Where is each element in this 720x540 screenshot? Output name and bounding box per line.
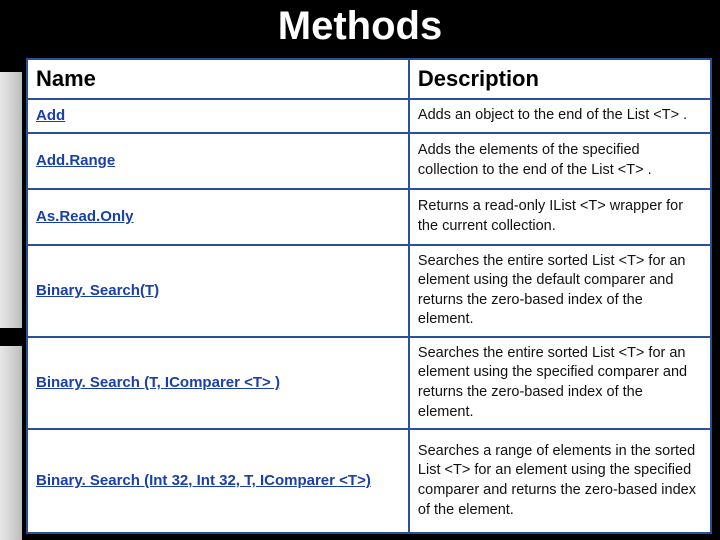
header-label: Description [418, 66, 539, 92]
method-desc-cell: Returns a read-only IList <T> wrapper fo… [410, 190, 710, 244]
method-description: Searches the entire sorted List <T> for … [418, 252, 702, 330]
table-row: Binary. Search (Int 32, Int 32, T, IComp… [28, 430, 710, 532]
methods-table: Name Description Add Adds an object to t… [26, 58, 712, 534]
strip-dark-segment [0, 58, 22, 72]
method-name-cell: As.Read.Only [28, 190, 410, 244]
method-name-cell: Binary. Search (Int 32, Int 32, T, IComp… [28, 430, 410, 532]
table-row: Binary. Search (T, IComparer <T> ) Searc… [28, 338, 710, 430]
left-decorative-strip [0, 58, 22, 540]
method-name-cell: Binary. Search(T) [28, 246, 410, 336]
method-link[interactable]: As.Read.Only [36, 207, 134, 227]
method-description: Adds an object to the end of the List <T… [418, 106, 687, 126]
method-description: Returns a read-only IList <T> wrapper fo… [418, 197, 702, 236]
method-link[interactable]: Binary. Search(T) [36, 281, 159, 301]
method-desc-cell: Adds an object to the end of the List <T… [410, 100, 710, 132]
page-title: Methods [0, 0, 720, 59]
method-link[interactable]: Binary. Search (T, IComparer <T> ) [36, 373, 280, 393]
method-link[interactable]: Add.Range [36, 151, 115, 171]
column-header-name: Name [28, 60, 410, 98]
method-description: Adds the elements of the specified colle… [418, 141, 702, 180]
header-label: Name [36, 66, 96, 92]
method-desc-cell: Searches the entire sorted List <T> for … [410, 338, 710, 428]
method-desc-cell: Adds the elements of the specified colle… [410, 134, 710, 188]
method-desc-cell: Searches the entire sorted List <T> for … [410, 246, 710, 336]
table-row: Add.Range Adds the elements of the speci… [28, 134, 710, 190]
table-row: Add Adds an object to the end of the Lis… [28, 100, 710, 134]
slide: Methods Name Description Add Adds an obj… [0, 0, 720, 540]
method-link[interactable]: Binary. Search (Int 32, Int 32, T, IComp… [36, 471, 371, 491]
method-name-cell: Add [28, 100, 410, 132]
table-row: Binary. Search(T) Searches the entire so… [28, 246, 710, 338]
method-description: Searches the entire sorted List <T> for … [418, 344, 702, 422]
method-name-cell: Add.Range [28, 134, 410, 188]
table-header-row: Name Description [28, 60, 710, 100]
method-link[interactable]: Add [36, 106, 65, 126]
method-description: Searches a range of elements in the sort… [418, 442, 702, 520]
strip-dark-segment [0, 328, 22, 346]
method-desc-cell: Searches a range of elements in the sort… [410, 430, 710, 532]
method-name-cell: Binary. Search (T, IComparer <T> ) [28, 338, 410, 428]
column-header-description: Description [410, 60, 710, 98]
table-row: As.Read.Only Returns a read-only IList <… [28, 190, 710, 246]
